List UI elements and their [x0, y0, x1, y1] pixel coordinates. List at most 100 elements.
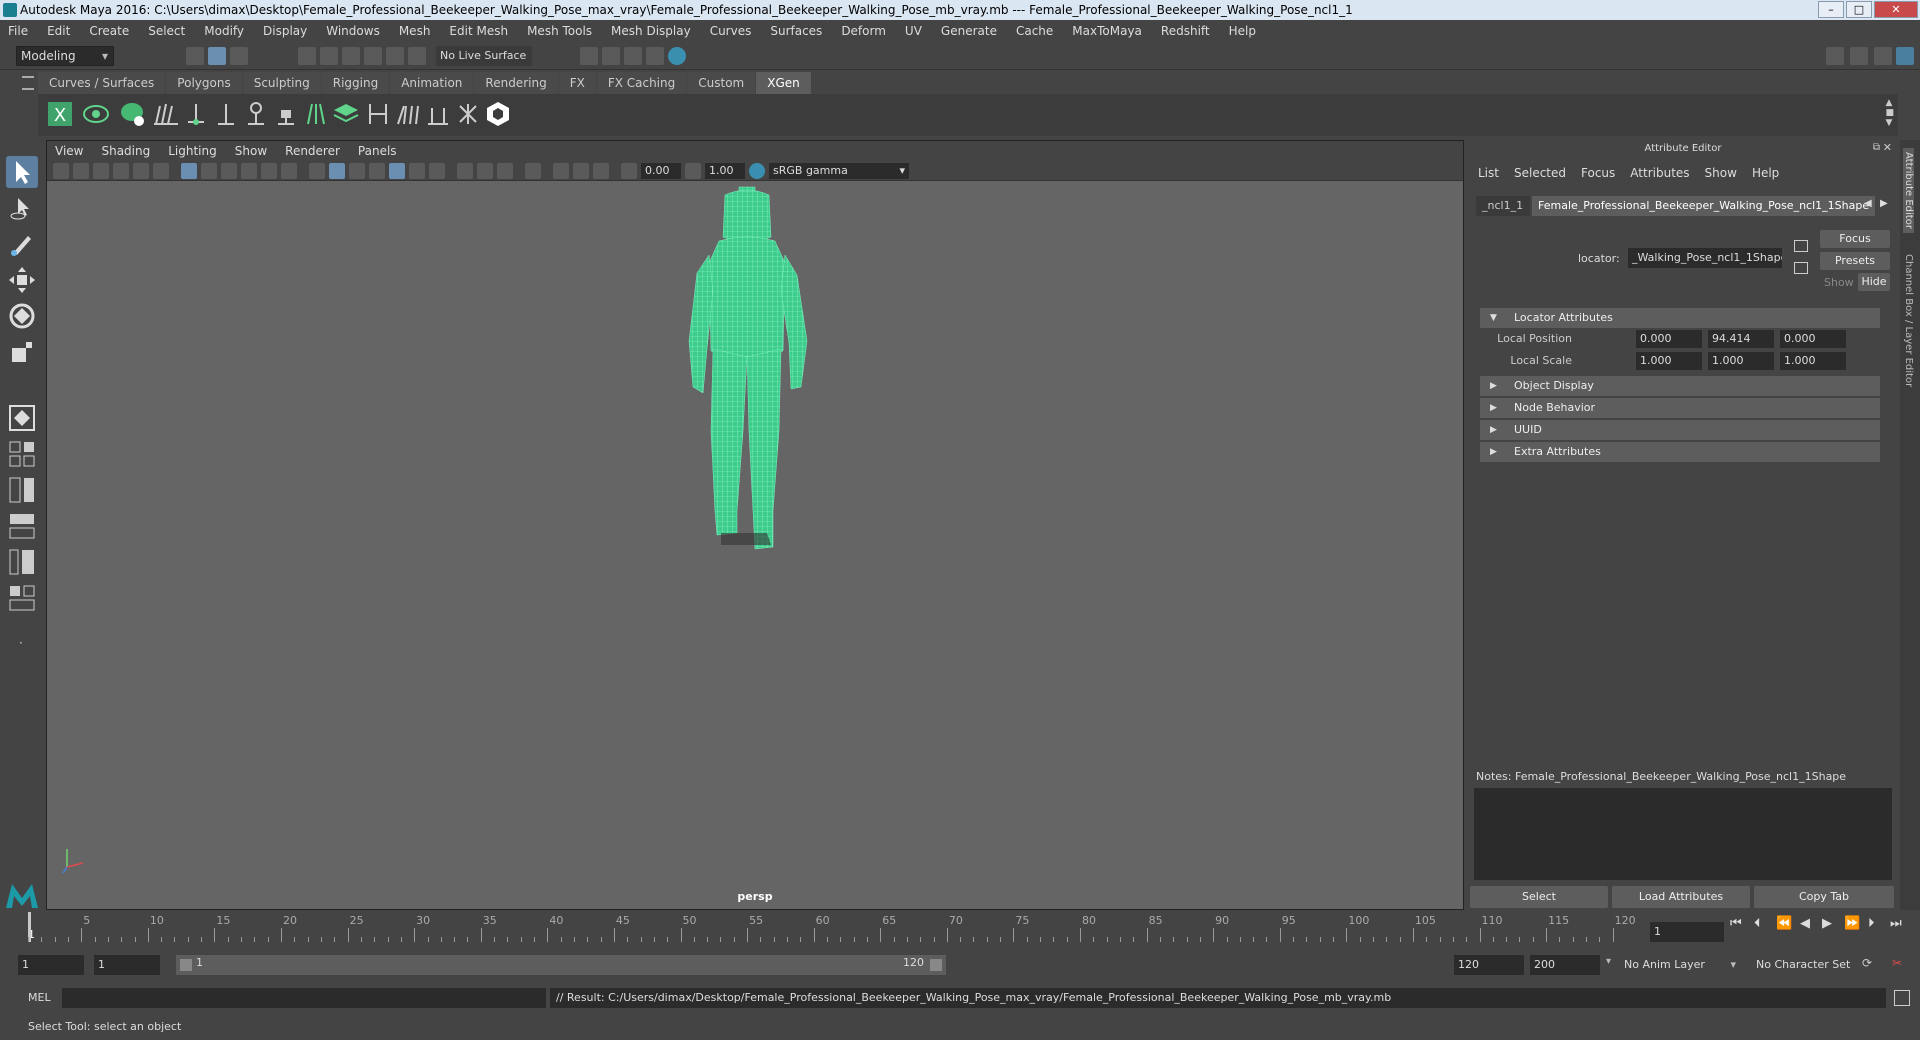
use-all-lights-icon[interactable]: [389, 163, 405, 179]
xgen-noise-icon[interactable]: [454, 100, 482, 128]
section-object-display[interactable]: Object Display: [1480, 376, 1880, 396]
menu-modify[interactable]: Modify: [204, 24, 244, 38]
local-scale-z-field[interactable]: 1.000: [1780, 352, 1846, 370]
grease-pencil-icon[interactable]: [153, 163, 169, 179]
xgen-modifier-icon[interactable]: [364, 100, 392, 128]
show-button[interactable]: Show: [1824, 276, 1854, 289]
animation-end-field[interactable]: 200: [1530, 955, 1600, 975]
snap-grid-icon[interactable]: [298, 47, 316, 65]
motion-blur-icon[interactable]: [457, 163, 473, 179]
anim-layer-dropdown[interactable]: No Anim Layer ▾: [1620, 955, 1738, 975]
local-position-y-field[interactable]: 94.414: [1708, 330, 1774, 348]
tab-custom[interactable]: Custom: [687, 72, 756, 94]
last-tool-icon[interactable]: [6, 402, 38, 434]
chevron-down-icon[interactable]: ▾: [1606, 956, 1611, 967]
side-tab-attribute-editor[interactable]: Attribute Editor: [1903, 148, 1914, 233]
xgen-hexagon-icon[interactable]: [484, 100, 512, 128]
vp-menu-lighting[interactable]: Lighting: [168, 144, 217, 158]
make-live-icon[interactable]: [408, 47, 426, 65]
rotate-tool-icon[interactable]: [6, 300, 38, 332]
menu-generate[interactable]: Generate: [941, 24, 997, 38]
ae-menu-attributes[interactable]: Attributes: [1630, 166, 1689, 180]
vp-menu-show[interactable]: Show: [235, 144, 267, 158]
layout-four-view-icon[interactable]: [6, 438, 38, 470]
toolbox-more-icon[interactable]: ·: [19, 636, 23, 650]
select-object-icon[interactable]: [208, 47, 226, 65]
isolate-select-icon[interactable]: [525, 163, 541, 179]
menu-mesh[interactable]: Mesh: [399, 24, 431, 38]
time-slider[interactable]: 1 5 10 15 20 25 30 35 40 45 50 55 60 65 70 75 80 85 90 95 1…: [22, 912, 1636, 944]
tab-fx-caching[interactable]: FX Caching: [596, 72, 687, 94]
xgen-place-guides-icon[interactable]: [152, 100, 180, 128]
exposure-icon[interactable]: [621, 163, 637, 179]
bookmark-icon[interactable]: [93, 163, 109, 179]
ipr-render-icon[interactable]: [602, 47, 620, 65]
section-node-behavior[interactable]: Node Behavior: [1480, 398, 1880, 418]
section-uuid[interactable]: UUID: [1480, 420, 1880, 440]
menu-file[interactable]: File: [8, 24, 28, 38]
live-surface-field[interactable]: No Live Surface: [436, 46, 532, 66]
tab-shape-node[interactable]: Female_Professional_Beekeeper_Walking_Po…: [1532, 196, 1876, 216]
xray-icon[interactable]: [553, 163, 569, 179]
screen-space-ao-icon[interactable]: [429, 163, 445, 179]
copy-tab-button[interactable]: Copy Tab: [1754, 886, 1894, 908]
shelf-menu-icon[interactable]: [22, 76, 34, 90]
shelf-scroll-icon[interactable]: ▲ ■ ▼: [1885, 98, 1894, 128]
script-editor-icon[interactable]: [1894, 990, 1910, 1006]
camera-select-icon[interactable]: [53, 163, 69, 179]
step-back-icon[interactable]: ⏴: [1754, 916, 1761, 931]
select-button[interactable]: Select: [1470, 886, 1608, 908]
color-management-icon[interactable]: [749, 163, 765, 179]
multisample-aa-icon[interactable]: [477, 163, 493, 179]
layout-two-pane-icon[interactable]: [6, 474, 38, 506]
menu-help[interactable]: Help: [1229, 24, 1256, 38]
select-tool-icon[interactable]: [6, 156, 38, 188]
focus-button[interactable]: Focus: [1820, 230, 1890, 248]
character-set-dropdown[interactable]: No Character Set: [1752, 955, 1870, 975]
xgen-create-description-icon[interactable]: [118, 100, 146, 128]
menu-display[interactable]: Display: [263, 24, 307, 38]
grid-toggle-icon[interactable]: [181, 163, 197, 179]
current-frame-field[interactable]: 1: [1650, 922, 1724, 942]
tab-rigging[interactable]: Rigging: [321, 72, 390, 94]
step-back-key-icon[interactable]: ⏪: [1776, 916, 1792, 931]
xgen-preview-icon[interactable]: [82, 100, 110, 128]
xgen-layers-icon[interactable]: [332, 100, 360, 128]
render-settings-icon[interactable]: [624, 47, 642, 65]
menu-maxtomaya[interactable]: MaxToMaya: [1072, 24, 1142, 38]
menu-mesh-tools[interactable]: Mesh Tools: [527, 24, 592, 38]
step-forward-icon[interactable]: ⏵: [1868, 916, 1875, 931]
viewport-persp[interactable]: View Shading Lighting Show Renderer Pane…: [46, 140, 1464, 910]
side-tab-channel-box[interactable]: Channel Box / Layer Editor: [1903, 250, 1914, 391]
layout-outliner-icon[interactable]: [6, 546, 38, 578]
beekeeper-model[interactable]: [667, 181, 847, 561]
section-extra-attributes[interactable]: Extra Attributes: [1480, 442, 1880, 462]
attribute-editor-toggle-icon[interactable]: [1850, 47, 1868, 65]
close-button[interactable]: ✕: [1874, 1, 1918, 18]
tool-settings-toggle-icon[interactable]: [1874, 47, 1892, 65]
tab-next-icon[interactable]: ▶: [1880, 198, 1888, 209]
menu-windows[interactable]: Windows: [326, 24, 380, 38]
tab-curves-surfaces[interactable]: Curves / Surfaces: [38, 72, 166, 94]
menu-redshift[interactable]: Redshift: [1161, 24, 1210, 38]
snap-projected-icon[interactable]: [364, 47, 382, 65]
scale-tool-icon[interactable]: [6, 336, 38, 368]
notes-textarea[interactable]: [1474, 788, 1892, 880]
tab-polygons[interactable]: Polygons: [166, 72, 242, 94]
view-transform-dropdown[interactable]: sRGB gamma ▾: [769, 163, 909, 179]
local-scale-x-field[interactable]: 1.000: [1636, 352, 1702, 370]
float-panel-icon[interactable]: ⧉: [1873, 142, 1880, 153]
shadows-icon[interactable]: [409, 163, 425, 179]
gate-mask-icon[interactable]: [241, 163, 257, 179]
menu-curves[interactable]: Curves: [710, 24, 752, 38]
vp-menu-shading[interactable]: Shading: [101, 144, 150, 158]
menu-create[interactable]: Create: [89, 24, 129, 38]
layout-persp-graph-icon[interactable]: [6, 510, 38, 542]
vp-menu-renderer[interactable]: Renderer: [285, 144, 340, 158]
smooth-shade-icon[interactable]: [329, 163, 345, 179]
range-slider[interactable]: 1 120: [176, 955, 946, 975]
menu-surfaces[interactable]: Surfaces: [770, 24, 822, 38]
resolution-gate-icon[interactable]: [221, 163, 237, 179]
xgen-guide-length-icon[interactable]: [242, 100, 270, 128]
menu-select[interactable]: Select: [148, 24, 185, 38]
